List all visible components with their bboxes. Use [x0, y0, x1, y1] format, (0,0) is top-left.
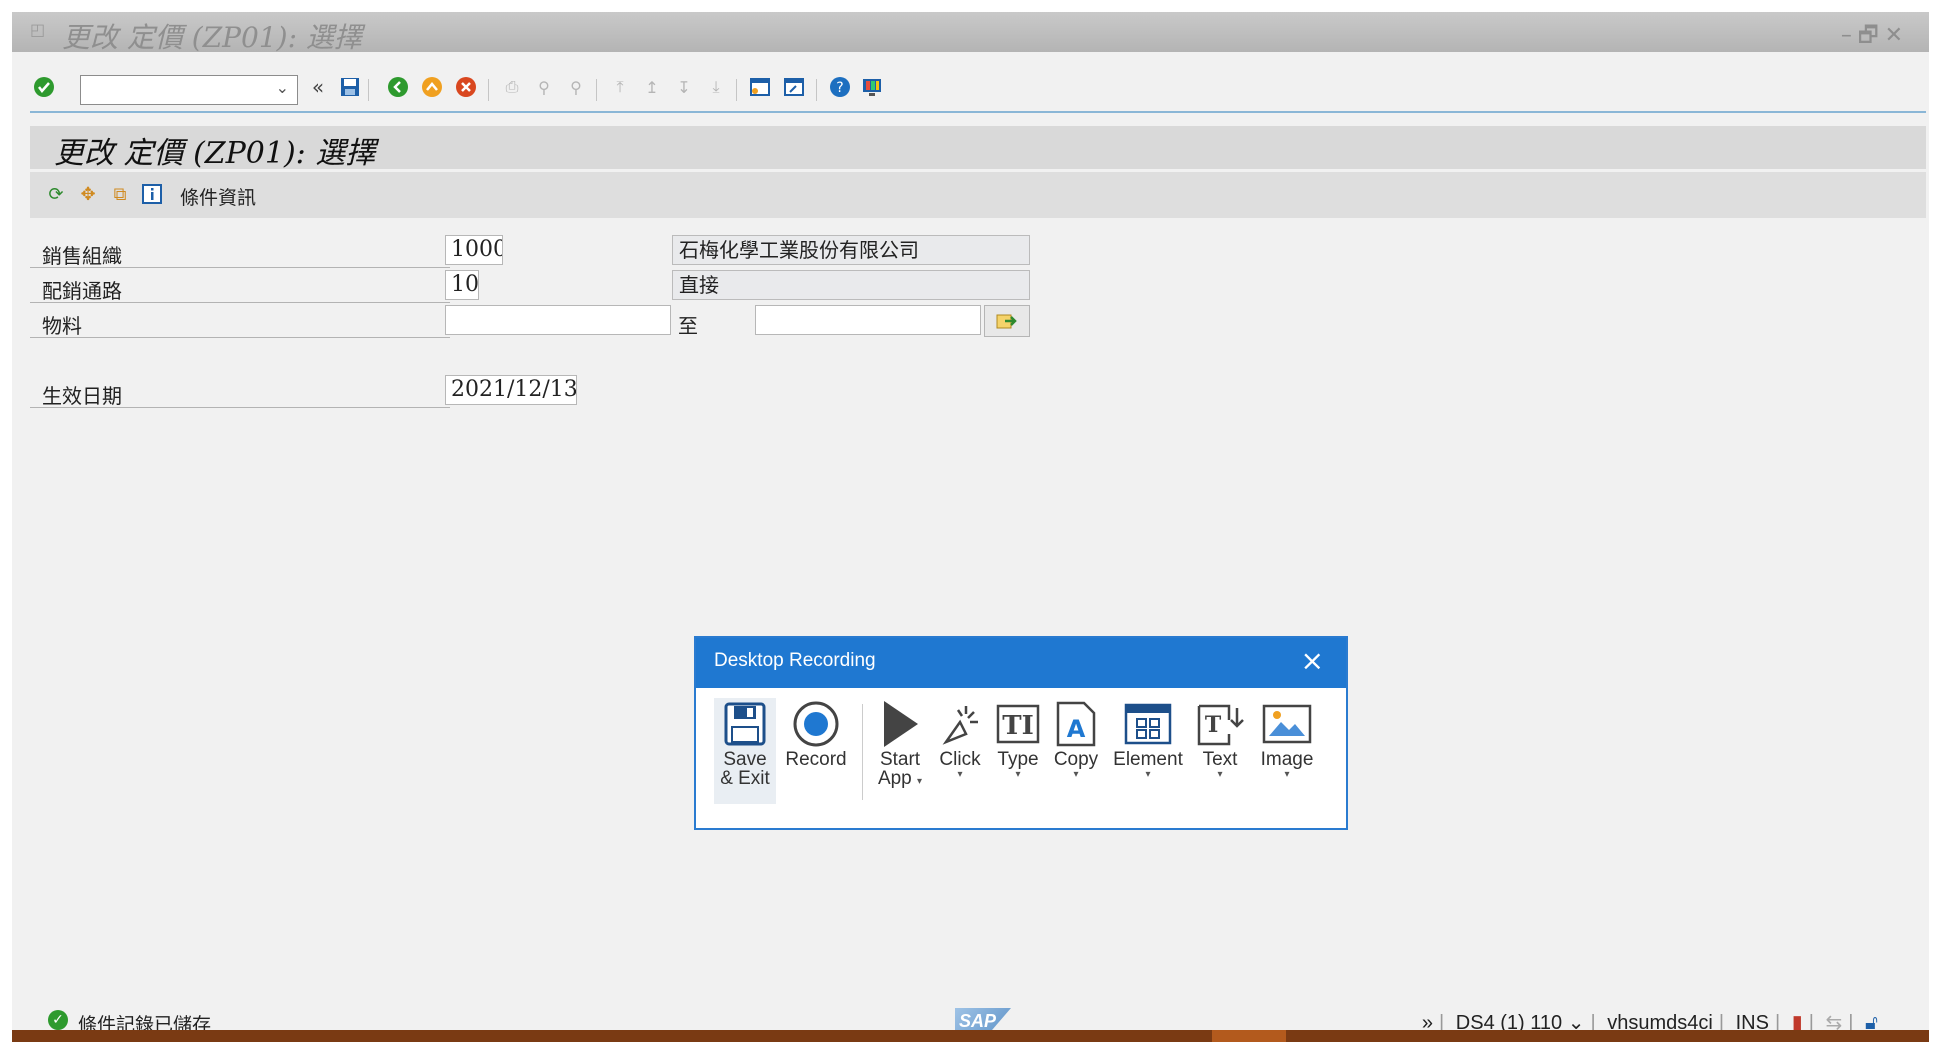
dropdown-arrow-icon: ▾ [1015, 769, 1021, 780]
svg-text:?: ? [836, 80, 843, 96]
start-app-button[interactable]: Start App ▾ [872, 698, 928, 804]
dropdown-arrow-icon: ▾ [957, 769, 963, 780]
help-icon[interactable]: ? [828, 75, 852, 99]
copy-icon[interactable]: ⧉ [108, 182, 132, 206]
exit-icon[interactable] [420, 75, 444, 99]
next-page-icon[interactable]: ↧ [672, 75, 696, 99]
window-controls[interactable]: –🗗✕ [1841, 18, 1909, 56]
close-icon[interactable]: × [1301, 644, 1324, 677]
click-button[interactable]: Click ▾ [932, 698, 988, 804]
cursor-click-icon [932, 698, 988, 750]
material-row: 物料 至 [30, 304, 1030, 338]
taskbar-highlight [1212, 1030, 1286, 1042]
title-bar: ◰ 更改 定價 (ZP01): 選擇 –🗗✕ [12, 12, 1929, 54]
svg-text:TI: TI [1002, 711, 1034, 741]
save-icon[interactable] [338, 75, 362, 99]
save-icon [714, 698, 776, 750]
create-session-icon[interactable] [748, 75, 772, 99]
dropdown-arrow-icon: ▾ [1284, 769, 1290, 780]
svg-text:T: T [1205, 712, 1222, 738]
customize-layout-icon[interactable] [860, 75, 884, 99]
dist-channel-row: 配銷通路 10 直接 [30, 269, 1030, 303]
svg-text:A: A [1067, 715, 1086, 743]
window-title: 更改 定價 (ZP01): 選擇 [62, 21, 362, 54]
material-from-input[interactable] [445, 305, 671, 335]
dist-channel-label: 配銷通路 [42, 279, 122, 303]
element-button[interactable]: Element ▾ [1108, 698, 1188, 804]
print-icon[interactable]: ⎙ [500, 75, 524, 99]
chevron-down-icon[interactable]: ⌄ [276, 78, 289, 97]
dropdown-arrow-icon: ▾ [1145, 769, 1151, 780]
material-label: 物料 [42, 314, 82, 338]
condition-info-button[interactable]: 條件資訊 [180, 183, 256, 210]
material-to-input[interactable] [755, 305, 981, 335]
desktop-recording-dialog: Desktop Recording × Save & Exit Record S… [694, 636, 1348, 830]
new-entries-icon[interactable]: ✥ [76, 182, 100, 206]
page-title: 更改 定價 (ZP01): 選擇 [54, 136, 376, 171]
screen-header: 更改 定價 (ZP01): 選擇 [30, 126, 1926, 171]
copy-button[interactable]: A Copy ▾ [1048, 698, 1104, 804]
shortcut-icon[interactable] [782, 75, 806, 99]
type-button[interactable]: TI Type ▾ [990, 698, 1046, 804]
multiple-selection-icon [996, 314, 1017, 329]
previous-page-icon[interactable]: ↥ [640, 75, 664, 99]
sales-org-description: 石梅化學工業股份有限公司 [672, 235, 1030, 265]
save-exit-button[interactable]: Save & Exit [714, 698, 776, 804]
cancel-icon[interactable] [454, 75, 478, 99]
sap-window: ◰ 更改 定價 (ZP01): 選擇 –🗗✕ ⌄ « ⎙ ⚲ ⚲ ⤒ ↥ ↧ ⤓… [12, 12, 1929, 1036]
element-icon [1108, 698, 1188, 750]
copy-text-icon: A [1048, 698, 1104, 750]
play-icon [872, 698, 928, 750]
execute-icon[interactable]: ⟳ [44, 182, 68, 206]
dropdown-arrow-icon: ▾ [917, 776, 923, 787]
find-next-icon[interactable]: ⚲ [564, 75, 588, 99]
back-icon[interactable] [386, 75, 410, 99]
last-page-icon[interactable]: ⤓ [704, 75, 728, 99]
record-button[interactable]: Record [780, 698, 852, 804]
dialog-divider [862, 704, 863, 800]
record-icon [780, 698, 852, 750]
sales-org-input[interactable]: 1000 [445, 235, 503, 265]
find-icon[interactable]: ⚲ [532, 75, 556, 99]
dist-channel-description: 直接 [672, 270, 1030, 300]
enter-icon[interactable] [32, 75, 56, 99]
get-text-icon: T [1190, 698, 1250, 750]
sales-org-row: 銷售組織 1000 石梅化學工業股份有限公司 [30, 234, 1030, 268]
material-to-label: 至 [678, 314, 698, 338]
toolbar-divider [30, 111, 1926, 113]
image-icon [1254, 698, 1320, 750]
sales-org-label: 銷售組織 [42, 244, 122, 268]
valid-on-label: 生效日期 [42, 384, 122, 408]
text-button[interactable]: T Text ▾ [1190, 698, 1250, 804]
app-icon: ◰ [30, 20, 46, 39]
command-field[interactable]: ⌄ [80, 75, 298, 105]
dialog-title: Desktop Recording [714, 650, 876, 671]
image-button[interactable]: Image ▾ [1254, 698, 1320, 804]
dropdown-arrow-icon: ▾ [1073, 769, 1079, 780]
first-page-icon[interactable]: ⤒ [608, 75, 632, 99]
type-icon: TI [990, 698, 1046, 750]
dist-channel-input[interactable]: 10 [445, 270, 479, 300]
info-icon[interactable] [140, 182, 164, 206]
multiple-selection-button[interactable] [984, 305, 1030, 337]
taskbar-strip [12, 1030, 1929, 1042]
dialog-header: Desktop Recording × [696, 638, 1346, 688]
dropdown-arrow-icon: ▾ [1217, 769, 1223, 780]
success-icon: ✓ [48, 1010, 68, 1030]
system-toolbar: ⌄ « ⎙ ⚲ ⚲ ⤒ ↥ ↧ ⤓ ? [12, 67, 1929, 111]
valid-on-input[interactable]: 2021/12/13 [445, 375, 577, 405]
valid-on-row: 生效日期 2021/12/13 [30, 374, 850, 408]
expand-icon[interactable]: « [306, 75, 330, 99]
application-toolbar: ⟳ ✥ ⧉ 條件資訊 [30, 172, 1926, 218]
